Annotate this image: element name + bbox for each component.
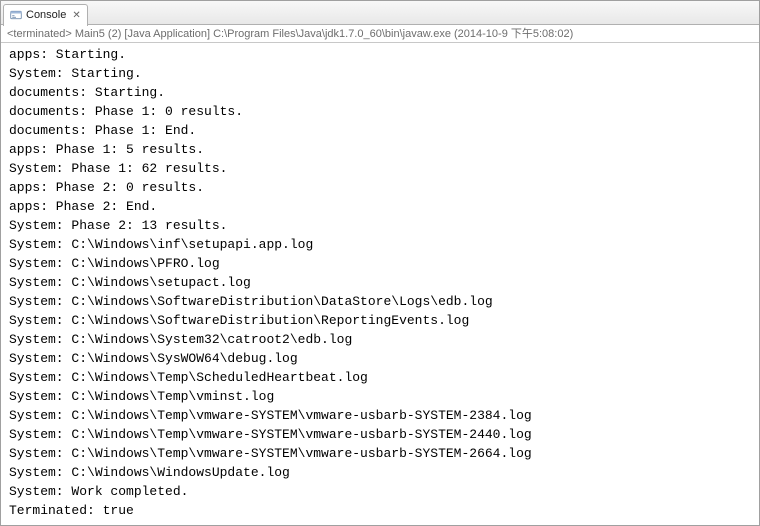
tab-console-label: Console (26, 9, 66, 21)
console-line: System: Work completed. (9, 482, 751, 501)
console-line: System: C:\Windows\setupact.log (9, 273, 751, 292)
console-line: System: C:\Windows\inf\setupapi.app.log (9, 235, 751, 254)
console-line: System: C:\Windows\Temp\vmware-SYSTEM\vm… (9, 444, 751, 463)
console-line: System: C:\Windows\PFRO.log (9, 254, 751, 273)
console-line: System: Phase 2: 13 results. (9, 216, 751, 235)
launch-timestamp: (2014-10-9 下午5:08:02) (454, 28, 573, 40)
console-line: apps: Phase 2: End. (9, 197, 751, 216)
console-line: System: C:\Windows\Temp\vminst.log (9, 387, 751, 406)
console-line: System: C:\Windows\SoftwareDistribution\… (9, 292, 751, 311)
console-line: System: C:\Windows\System32\catroot2\edb… (9, 330, 751, 349)
terminated-state: <terminated> (7, 28, 72, 40)
console-line: Terminated: true (9, 501, 751, 520)
console-line: documents: Starting. (9, 83, 751, 102)
console-line: System: C:\Windows\SysWOW64\debug.log (9, 349, 751, 368)
console-line: System: C:\Windows\SoftwareDistribution\… (9, 311, 751, 330)
console-line: System: C:\Windows\WindowsUpdate.log (9, 463, 751, 482)
console-line: System: C:\Windows\Temp\vmware-SYSTEM\vm… (9, 425, 751, 444)
console-line: System: C:\Windows\Temp\vmware-SYSTEM\vm… (9, 406, 751, 425)
launch-path: C:\Program Files\Java\jdk1.7.0_60\bin\ja… (213, 28, 451, 40)
view-tab-bar: Console ✕ (1, 1, 759, 25)
launch-config: Main5 (2) [Java Application] (75, 28, 210, 40)
console-line: documents: Phase 1: End. (9, 121, 751, 140)
console-line: System: Phase 1: 62 results. (9, 159, 751, 178)
launch-info-bar: <terminated> Main5 (2) [Java Application… (1, 25, 759, 43)
tab-console[interactable]: Console ✕ (3, 4, 88, 26)
console-line: documents: Phase 1: 0 results. (9, 102, 751, 121)
console-line: System: C:\Windows\Temp\ScheduledHeartbe… (9, 368, 751, 387)
console-line: apps: Phase 1: 5 results. (9, 140, 751, 159)
console-line: apps: Phase 2: 0 results. (9, 178, 751, 197)
console-line: System: Starting. (9, 64, 751, 83)
console-icon (10, 9, 22, 21)
console-output[interactable]: apps: Starting.System: Starting.document… (1, 43, 759, 522)
console-line: apps: Starting. (9, 45, 751, 64)
close-icon[interactable]: ✕ (72, 10, 80, 21)
